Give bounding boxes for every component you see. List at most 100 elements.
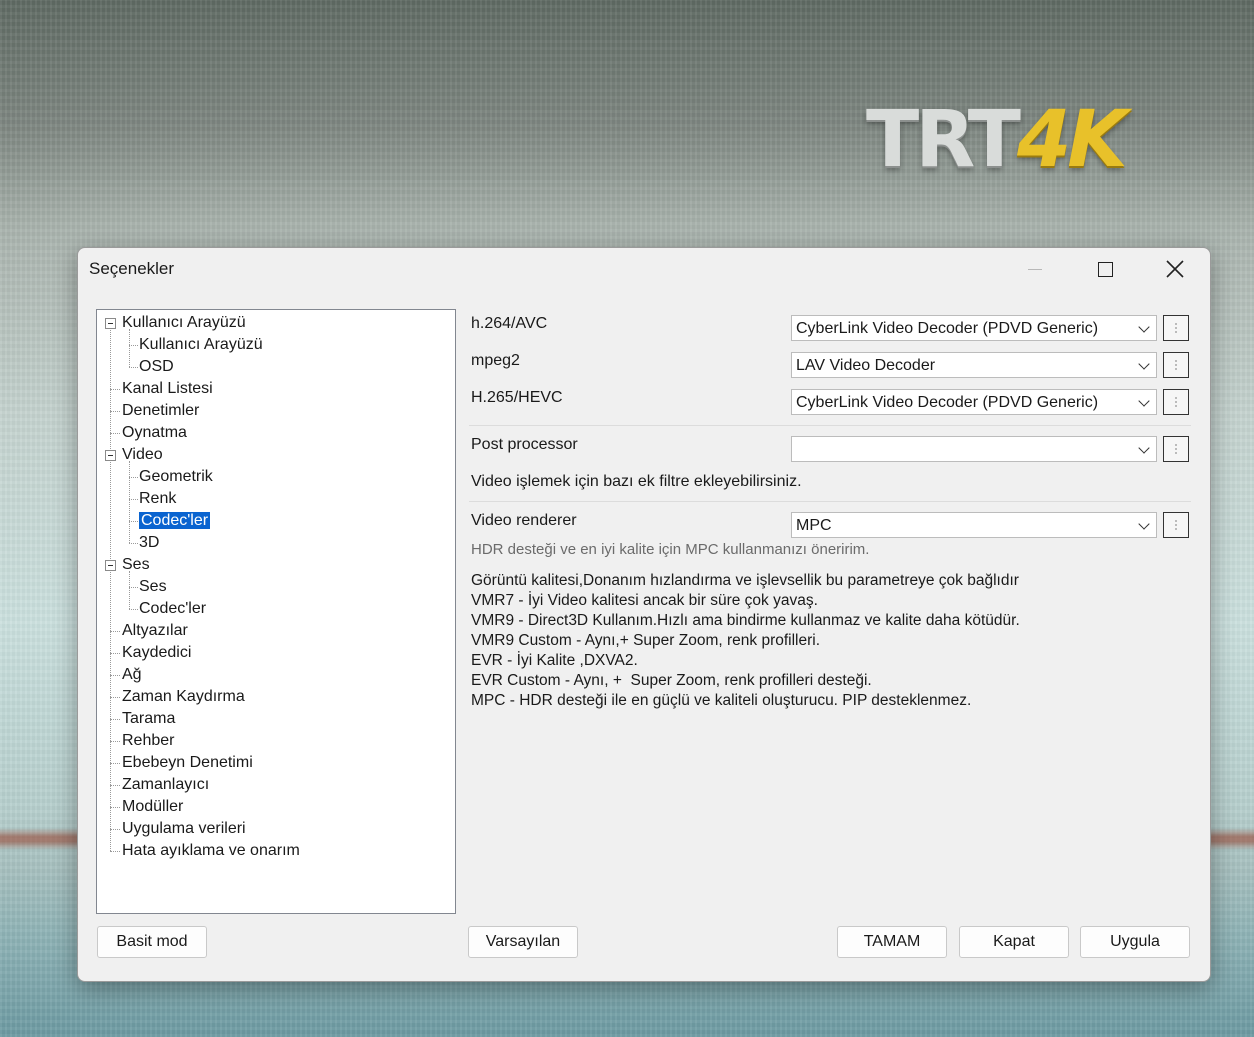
tree-connector bbox=[129, 543, 138, 544]
mpeg2-decoder-select[interactable]: LAV Video Decoder bbox=[791, 352, 1157, 378]
tree-item[interactable]: Kullanıcı Arayüzü bbox=[139, 335, 263, 355]
window-title: Seçenekler bbox=[89, 259, 175, 278]
hevc-decoder-value: CyberLink Video Decoder (PDVD Generic) bbox=[796, 394, 1099, 411]
tree-item[interactable]: Video bbox=[122, 445, 163, 465]
video-renderer-properties-button[interactable] bbox=[1163, 512, 1189, 538]
chevron-down-icon bbox=[1138, 518, 1150, 530]
tree-item[interactable]: Rehber bbox=[122, 731, 174, 751]
tree-connector bbox=[110, 631, 120, 632]
tree-item-label: Hata ayıklama ve onarım bbox=[122, 842, 300, 859]
tree-item-label: Ses bbox=[139, 578, 167, 595]
close-button[interactable] bbox=[1145, 248, 1205, 290]
tree-item[interactable]: Zaman Kaydırma bbox=[122, 687, 245, 707]
tree-item-label: Codec'ler bbox=[139, 600, 207, 617]
tree-item-label: Renk bbox=[139, 490, 177, 507]
tree-connector bbox=[110, 741, 120, 742]
tree-branch-line bbox=[129, 329, 130, 367]
tree-item-label: 3D bbox=[139, 534, 160, 551]
title-bar: Seçenekler bbox=[78, 248, 1210, 290]
tree-item-label: Kanal Listesi bbox=[122, 380, 213, 397]
tree-item[interactable]: Oynatma bbox=[122, 423, 187, 443]
apply-button[interactable]: Uygula bbox=[1080, 926, 1190, 958]
tree-collapse-icon[interactable] bbox=[105, 560, 116, 571]
tree-item[interactable]: Uygulama verileri bbox=[122, 819, 246, 839]
trt4k-logo: TRT4K bbox=[866, 95, 1128, 185]
ok-button[interactable]: TAMAM bbox=[837, 926, 947, 958]
tree-item[interactable]: Ses bbox=[122, 555, 150, 575]
tree-item[interactable]: Codec'ler bbox=[137, 511, 212, 531]
tree-item[interactable]: Kullanıcı Arayüzü bbox=[122, 313, 246, 333]
tree-connector bbox=[110, 389, 120, 390]
minimize-button[interactable] bbox=[1005, 248, 1065, 290]
tree-connector bbox=[110, 675, 120, 676]
divider bbox=[469, 501, 1191, 502]
tree-connector bbox=[110, 851, 120, 852]
tree-item[interactable]: Geometrik bbox=[139, 467, 213, 487]
mpeg2-decoder-value: LAV Video Decoder bbox=[796, 357, 936, 374]
post-processor-properties-button[interactable] bbox=[1163, 436, 1189, 462]
divider bbox=[469, 425, 1191, 426]
tree-item-label: Zaman Kaydırma bbox=[122, 688, 245, 705]
tree-connector bbox=[129, 499, 138, 500]
h264-properties-button[interactable] bbox=[1163, 315, 1189, 341]
chevron-down-icon bbox=[1138, 358, 1150, 370]
tree-connector bbox=[110, 697, 120, 698]
tree-item[interactable]: Codec'ler bbox=[139, 599, 206, 619]
hevc-properties-button[interactable] bbox=[1163, 389, 1189, 415]
close-dialog-button[interactable]: Kapat bbox=[959, 926, 1069, 958]
maximize-icon bbox=[1097, 261, 1113, 277]
tree-item-label: Oynatma bbox=[122, 424, 187, 441]
tree-item-label: Rehber bbox=[122, 732, 175, 749]
tree-item[interactable]: Modüller bbox=[122, 797, 183, 817]
tree-item[interactable]: OSD bbox=[139, 357, 174, 377]
mpeg2-properties-button[interactable] bbox=[1163, 352, 1189, 378]
tree-item[interactable]: Hata ayıklama ve onarım bbox=[122, 841, 300, 861]
tree-item-label: Uygulama verileri bbox=[122, 820, 246, 837]
defaults-button[interactable]: Varsayılan bbox=[468, 926, 578, 958]
tree-item[interactable]: Altyazılar bbox=[122, 621, 188, 641]
tree-item-label: Denetimler bbox=[122, 402, 200, 419]
maximize-button[interactable] bbox=[1075, 248, 1135, 290]
hevc-decoder-select[interactable]: CyberLink Video Decoder (PDVD Generic) bbox=[791, 389, 1157, 415]
tree-item[interactable]: Kaydedici bbox=[122, 643, 191, 663]
tree-item[interactable]: Tarama bbox=[122, 709, 175, 729]
tree-item-label: Codec'ler bbox=[137, 511, 212, 530]
tree-connector bbox=[110, 785, 120, 786]
tree-item-label: Kullanıcı Arayüzü bbox=[139, 336, 263, 353]
tree-collapse-icon[interactable] bbox=[105, 450, 116, 461]
tree-item-label: Kullanıcı Arayüzü bbox=[122, 314, 246, 331]
video-renderer-value: MPC bbox=[796, 517, 832, 534]
tree-item-label: Ses bbox=[122, 556, 150, 573]
tree-item[interactable]: Ses bbox=[139, 577, 167, 597]
chevron-down-icon bbox=[1138, 395, 1150, 407]
tree-connector bbox=[129, 521, 138, 522]
video-renderer-select[interactable]: MPC bbox=[791, 512, 1157, 538]
tree-item[interactable]: Renk bbox=[139, 489, 176, 509]
tree-item-label: Geometrik bbox=[139, 468, 213, 485]
basic-mode-button[interactable]: Basit mod bbox=[97, 926, 207, 958]
tree-item[interactable]: 3D bbox=[139, 533, 159, 553]
settings-tree[interactable]: Kullanıcı Arayüzü Kullanıcı Arayüzü OSD Kan… bbox=[96, 309, 456, 914]
tree-item[interactable]: Zamanlayıcı bbox=[122, 775, 209, 795]
tree-connector bbox=[129, 587, 138, 588]
description-line: EVR - İyi Kalite ,DXVA2. bbox=[471, 652, 638, 669]
post-processor-select[interactable] bbox=[791, 436, 1157, 462]
tree-connector bbox=[129, 477, 138, 478]
tree-item[interactable]: Ebebeyn Denetimi bbox=[122, 753, 253, 773]
renderer-description: Görüntü kalitesi,Donanım hızlandırma ve … bbox=[471, 571, 1020, 711]
description-line: VMR7 - İyi Video kalitesi ancak bir süre… bbox=[471, 592, 818, 609]
tree-item-label: Ağ bbox=[122, 666, 142, 683]
tree-item[interactable]: Denetimler bbox=[122, 401, 199, 421]
h264-decoder-select[interactable]: CyberLink Video Decoder (PDVD Generic) bbox=[791, 315, 1157, 341]
chevron-down-icon bbox=[1138, 442, 1150, 454]
tree-item-label: Video bbox=[122, 446, 163, 463]
tree-collapse-icon[interactable] bbox=[105, 318, 116, 329]
options-dialog: Seçenekler Kullanıcı Arayüzü Kullanıcı Ar… bbox=[77, 247, 1211, 982]
video-renderer-hint: HDR desteği ve en iyi kalite için MPC ku… bbox=[471, 541, 870, 558]
tree-item[interactable]: Kanal Listesi bbox=[122, 379, 213, 399]
post-processor-label: Post processor bbox=[471, 436, 578, 453]
tree-item[interactable]: Ağ bbox=[122, 665, 142, 685]
tree-connector bbox=[110, 829, 120, 830]
h264-label: h.264/AVC bbox=[471, 315, 548, 332]
tree-connector bbox=[129, 345, 138, 346]
